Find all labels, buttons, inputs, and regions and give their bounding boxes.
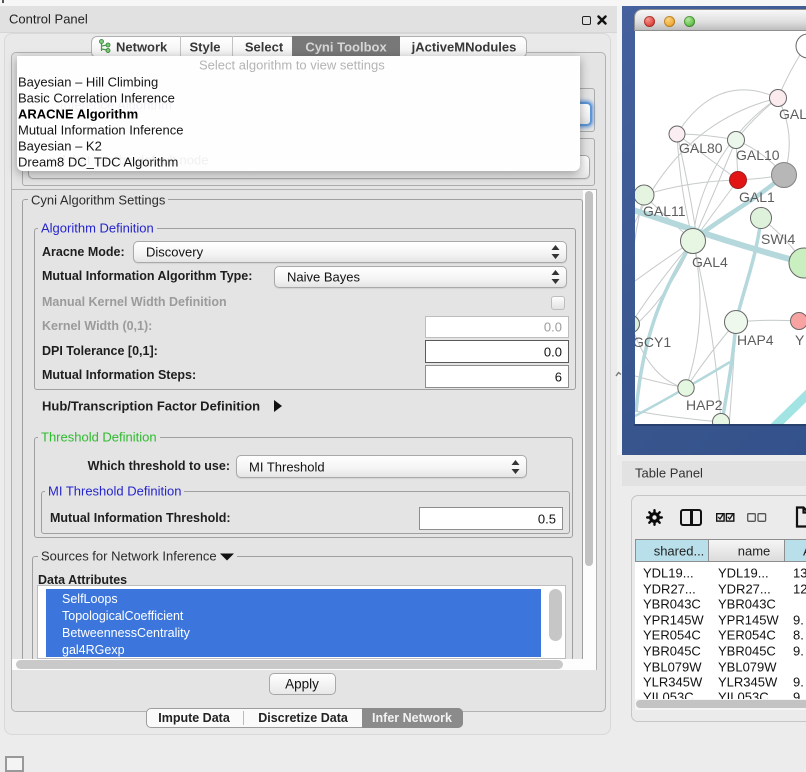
svg-text:GAL4: GAL4: [692, 254, 728, 270]
svg-text:GAL1: GAL1: [739, 189, 775, 205]
svg-text:GCY1: GCY1: [635, 334, 671, 350]
svg-text:Y: Y: [795, 332, 805, 348]
svg-text:GAL7: GAL7: [779, 106, 806, 122]
svg-text:SWI4: SWI4: [761, 231, 795, 247]
svg-text:HAP2: HAP2: [686, 397, 723, 413]
svg-text:HAP4: HAP4: [737, 332, 774, 348]
svg-text:GAL10: GAL10: [736, 147, 780, 163]
svg-text:GAL80: GAL80: [679, 140, 723, 156]
svg-text:GAL11: GAL11: [643, 203, 686, 219]
